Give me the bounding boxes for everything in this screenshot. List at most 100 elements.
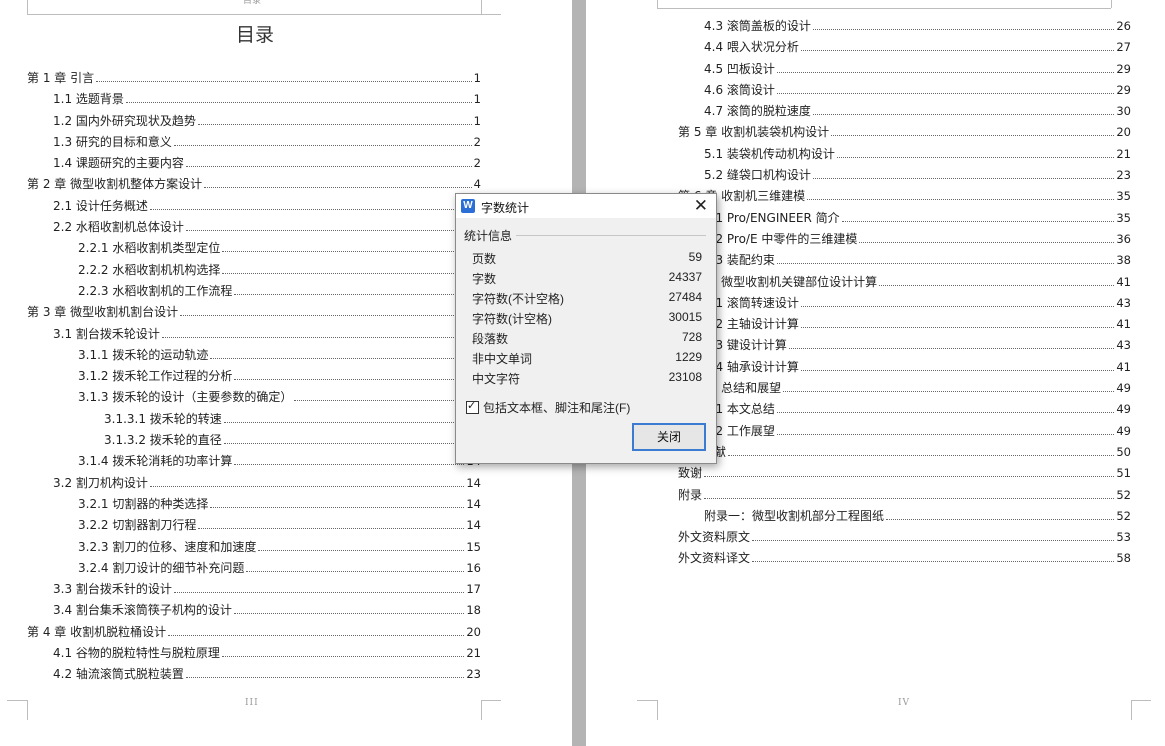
toc-entry[interactable]: 第 1 章 引言 1: [27, 69, 481, 90]
toc-entry[interactable]: 6.1 Pro/ENGINEER 简介 35: [678, 209, 1131, 230]
toc-entry[interactable]: 2.2.1 水稻收割机类型定位5: [27, 239, 481, 260]
toc-entry-page: 27: [1116, 40, 1131, 55]
toc-entry-page: 16: [466, 560, 481, 575]
toc-entry-title: 第 3 章 微型收割机割台设计: [27, 305, 179, 320]
dialog-titlebar[interactable]: W 字数统计 ✕: [456, 194, 716, 218]
toc-entry-title: 3.1 割台拨禾轮设计: [53, 326, 160, 341]
crop-mark: [481, 0, 482, 15]
toc-leader-dots: [173, 592, 465, 594]
toc-entry[interactable]: 第 6 章 收割机三维建模 35: [678, 187, 1131, 208]
close-button[interactable]: 关闭: [632, 423, 706, 451]
toc-entry[interactable]: 3.2.2 切割器割刀行程 14: [27, 516, 481, 537]
toc-entry-page: 53: [1116, 530, 1131, 545]
toc-entry[interactable]: 致谢 51: [678, 464, 1131, 485]
toc-entry-page: 36: [1116, 231, 1131, 246]
toc-entry-title: 4.3 滚筒盖板的设计: [704, 19, 811, 33]
toc-entry[interactable]: 2.2.3 水稻收割机的工作流程8: [27, 282, 481, 303]
toc-entry[interactable]: 参考文献50: [678, 443, 1131, 464]
checkbox-checked-icon[interactable]: [466, 399, 479, 414]
toc-leader-dots: [800, 50, 1115, 52]
toc-entry[interactable]: 第 8 章 总结和展望 49: [678, 379, 1131, 400]
toc-entry[interactable]: 1.3 研究的目标和意义 2: [27, 133, 481, 154]
stat-label: 段落数: [472, 332, 509, 346]
toc-entry[interactable]: 6.3 装配约束 38: [678, 251, 1131, 272]
toc-entry[interactable]: 5.2 缝袋口机构设计 23: [678, 166, 1131, 187]
toc-entry[interactable]: 3.1.1 拨禾轮的运动轨迹11: [27, 346, 481, 367]
toc-entry[interactable]: 3.3 割台拨禾针的设计 17: [27, 580, 481, 601]
toc-leader-dots: [752, 540, 1115, 542]
toc-entry[interactable]: 3.2.3 割刀的位移、速度和加速度 15: [27, 538, 481, 559]
toc-entry[interactable]: 第 7 章 微型收割机关键部位设计计算 41: [678, 273, 1131, 294]
toc-entry[interactable]: 3.2.4 割刀设计的细节补充问题 16: [27, 559, 481, 580]
toc-entry[interactable]: 3.1.2 拨禾轮工作过程的分析11: [27, 367, 481, 388]
toc-entry[interactable]: 1.1 选题背景 1: [27, 90, 481, 111]
toc-entry[interactable]: 3.1.4 拨禾轮消耗的功率计算14: [27, 452, 481, 473]
crop-mark: [481, 700, 501, 701]
toc-entry-title: 外文资料原文: [678, 530, 751, 545]
toc-entry[interactable]: 4.2 轴流滚筒式脱粒装置 23: [27, 665, 481, 686]
toc-leader-dots: [886, 518, 1115, 520]
toc-entry-title: 2.2 水稻收割机总体设计: [53, 220, 184, 235]
toc-leader-dots: [812, 29, 1115, 30]
crop-mark: [7, 700, 27, 701]
toc-entry-page: 1: [473, 113, 481, 128]
toc-entry-title: 1.2 国内外研究现状及趋势: [53, 113, 196, 128]
toc-entry[interactable]: 4.3 滚筒盖板的设计 26: [678, 17, 1131, 38]
toc-entry[interactable]: 4.5 凹板设计 29: [678, 60, 1131, 81]
toc-entry[interactable]: 8.2 工作展望 49: [678, 422, 1131, 443]
toc-entry-page: 14: [466, 496, 481, 511]
toc-entry-page: 15: [466, 539, 481, 554]
toc-entry[interactable]: 第 3 章 微型收割机割台设计10: [27, 303, 481, 324]
toc-entry[interactable]: 外文资料译文 58: [678, 549, 1131, 570]
group-divider: [516, 235, 706, 236]
close-icon[interactable]: ✕: [694, 196, 708, 216]
toc-entry[interactable]: 3.2.1 切割器的种类选择 14: [27, 495, 481, 516]
toc-entry[interactable]: 1.2 国内外研究现状及趋势 1: [27, 112, 481, 133]
toc-entry[interactable]: 3.2 割刀机构设计 14: [27, 474, 481, 495]
toc-entry[interactable]: 2.2.2 水稻收割机机构选择7: [27, 261, 481, 282]
toc-leader-dots: [185, 230, 472, 232]
toc-entry-title: 7.4 轴承设计计算: [704, 359, 799, 374]
toc-entry[interactable]: 4.1 谷物的脱粒特性与脱粒原理 21: [27, 644, 481, 665]
toc-entry[interactable]: 2.2 水稻收割机总体设计5: [27, 218, 481, 239]
toc-leader-dots: [96, 81, 472, 82]
toc-entry[interactable]: 外文资料原文 53: [678, 528, 1131, 549]
toc-entry[interactable]: 4.4 喂入状况分析 27: [678, 38, 1131, 59]
toc-entry[interactable]: 5.1 装袋机传动机构设计 21: [678, 145, 1131, 166]
toc-entry[interactable]: 第 5 章 收割机装袋机构设计 20: [678, 123, 1131, 144]
toc-leader-dots: [185, 166, 472, 168]
toc-entry-title: 4.2 轴流滚筒式脱粒装置: [53, 667, 184, 682]
toc-entry[interactable]: 第 4 章 收割机脱粒桶设计 20: [27, 623, 481, 644]
toc-leader-dots: [197, 123, 472, 125]
toc-entry-title: 4.1 谷物的脱粒特性与脱粒原理: [53, 646, 220, 661]
toc-entry[interactable]: 4.6 滚筒设计 29: [678, 81, 1131, 102]
toc-entry-page: 18: [466, 603, 481, 618]
toc-entry[interactable]: 1.4 课题研究的主要内容 2: [27, 154, 481, 175]
toc-entry[interactable]: 3.1.3.2 拨禾轮的直径13: [27, 431, 481, 452]
toc-entry[interactable]: 7.1 滚筒转速设计 43: [678, 294, 1131, 315]
toc-entry[interactable]: 3.1.3.1 拨禾轮的转速12: [27, 410, 481, 431]
toc-leader-dots: [161, 336, 465, 338]
toc-entry[interactable]: 4.7 滚筒的脱粒速度 30: [678, 102, 1131, 123]
stat-row-paragraphs: 段落数 728: [472, 330, 702, 350]
stat-label: 字符数(不计空格): [472, 292, 564, 306]
toc-entry[interactable]: 3.1.3 拨禾轮的设计（主要参数的确定）12: [27, 388, 481, 409]
toc-entry[interactable]: 8.1 本文总结 49: [678, 400, 1131, 421]
toc-entry[interactable]: 第 2 章 微型收割机整体方案设计 4: [27, 175, 481, 196]
toc-entry[interactable]: 2.1 设计任务概述4: [27, 197, 481, 218]
toc-entry[interactable]: 7.3 键设计计算 43: [678, 336, 1131, 357]
toc-entry[interactable]: 附录一：微型收割机部分工程图纸 52: [678, 507, 1131, 528]
stat-row-non-chinese-words: 非中文单词 1229: [472, 350, 702, 370]
toc-leader-dots: [222, 272, 472, 274]
toc-entry[interactable]: 3.1 割台拨禾轮设计10: [27, 325, 481, 346]
toc-entry[interactable]: 附录 52: [678, 486, 1131, 507]
toc-leader-dots: [800, 305, 1115, 307]
crop-mark: [27, 700, 28, 720]
toc-entry[interactable]: 3.4 割台集禾滚筒筷子机构的设计 18: [27, 601, 481, 622]
include-textbox-footnotes-checkbox[interactable]: 包括文本框、脚注和尾注(F): [466, 399, 630, 416]
toc-entry-title: 6.1 Pro/ENGINEER 简介: [704, 210, 840, 225]
toc-entry[interactable]: 6.2 Pro/E 中零件的三维建模 36: [678, 230, 1131, 251]
toc-entry[interactable]: 7.2 主轴设计计算 41: [678, 315, 1131, 336]
toc-entry[interactable]: 7.4 轴承设计计算 41: [678, 358, 1131, 379]
crop-mark: [481, 700, 482, 720]
